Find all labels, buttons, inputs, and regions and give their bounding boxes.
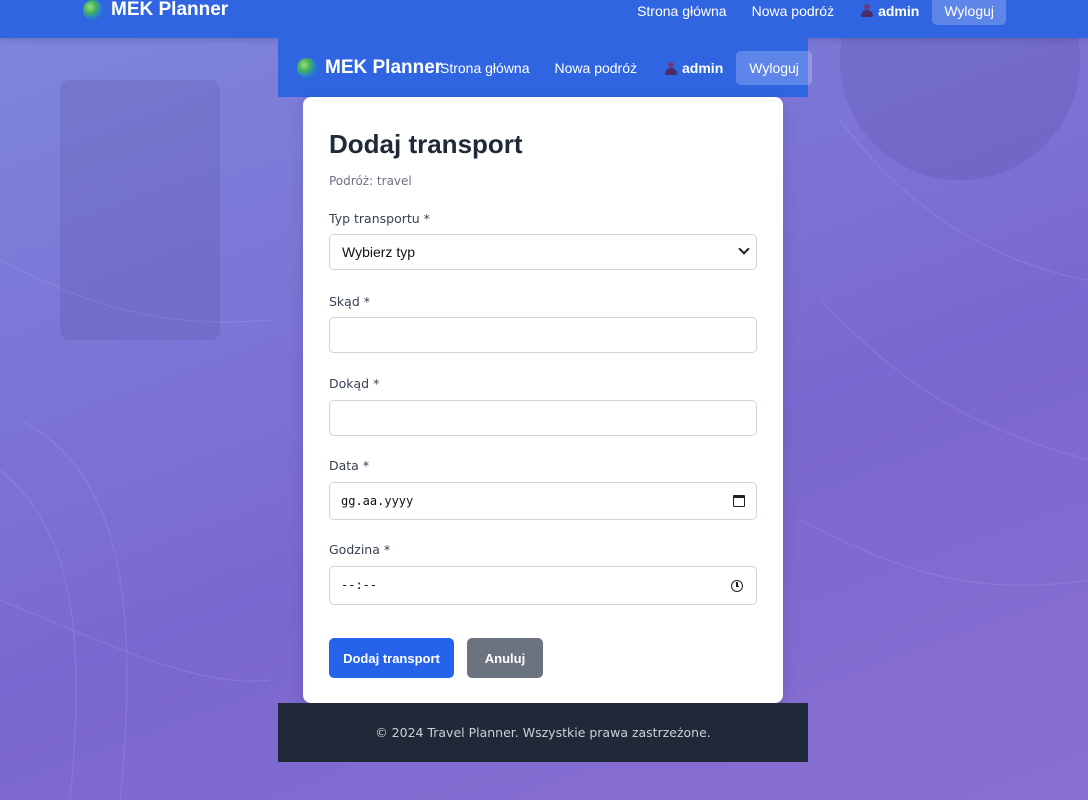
nav-new-trip-link[interactable]: Nowa podróż — [752, 3, 835, 19]
footer: © 2024 Travel Planner. Wszystkie prawa z… — [278, 703, 808, 762]
cancel-button[interactable]: Anuluj — [467, 638, 543, 678]
time-placeholder: --:-- — [341, 578, 378, 592]
inner-nav-user[interactable]: admin — [665, 60, 723, 76]
clock-icon[interactable] — [731, 580, 743, 592]
type-field: Typ transportu * Wybierz typ — [329, 211, 757, 270]
brand-logo[interactable]: MEK Planner — [83, 0, 228, 22]
type-label: Typ transportu * — [329, 211, 430, 226]
to-label: Dokąd * — [329, 376, 380, 391]
from-input[interactable] — [329, 317, 757, 353]
top-navbar: MEK Planner Strona główna Nowa podróż ad… — [0, 0, 1088, 38]
inner-nav-links: Strona główna Nowa podróż admin Wyloguj — [440, 51, 812, 85]
trip-name: Podróż: travel — [329, 174, 412, 188]
username: admin — [878, 2, 920, 19]
chevron-down-icon — [738, 243, 750, 255]
inner-nav-home-link[interactable]: Strona główna — [440, 60, 530, 76]
footer-text: © 2024 Travel Planner. Wszystkie prawa z… — [375, 725, 711, 740]
brand-name: MEK Planner — [111, 0, 229, 20]
inner-username: admin — [682, 60, 724, 76]
user-icon — [861, 4, 874, 17]
time-label: Godzina * — [329, 542, 391, 557]
from-label: Skąd * — [329, 294, 370, 309]
nav-user[interactable]: admin — [861, 3, 919, 19]
inner-brand-logo[interactable]: MEK Planner — [297, 57, 442, 79]
globe-icon — [297, 58, 317, 78]
date-input[interactable]: gg.aa.yyyy — [329, 482, 757, 520]
to-input[interactable] — [329, 400, 757, 436]
inner-header: MEK Planner Strona główna Nowa podróż ad… — [278, 38, 812, 97]
time-field: Godzina * --:-- — [329, 542, 757, 605]
time-input[interactable]: --:-- — [329, 566, 757, 605]
nav-home-link[interactable]: Strona główna — [637, 3, 727, 19]
inner-logout-button[interactable]: Wyloguj — [736, 51, 812, 85]
inner-brand-name: MEK Planner — [325, 57, 443, 78]
date-placeholder: gg.aa.yyyy — [341, 494, 414, 508]
inner-nav-new-trip-link[interactable]: Nowa podróż — [555, 60, 638, 76]
user-icon — [665, 61, 678, 75]
top-nav-links: Strona główna Nowa podróż admin Wyloguj — [637, 0, 1006, 25]
calendar-icon[interactable] — [733, 495, 745, 507]
globe-icon — [83, 0, 103, 20]
date-label: Data * — [329, 458, 370, 473]
add-transport-button[interactable]: Dodaj transport — [329, 638, 454, 678]
from-field: Skąd * — [329, 294, 757, 353]
date-field: Data * gg.aa.yyyy — [329, 458, 757, 520]
page-title: Dodaj transport — [329, 129, 523, 159]
add-transport-card: Dodaj transport Podróż: travel Typ trans… — [303, 97, 783, 703]
to-field: Dokąd * — [329, 376, 757, 436]
form-actions: Dodaj transport Anuluj — [329, 638, 543, 678]
logout-button[interactable]: Wyloguj — [932, 0, 1006, 25]
transport-type-select[interactable]: Wybierz typ — [329, 234, 757, 270]
transport-type-value: Wybierz typ — [342, 244, 416, 260]
